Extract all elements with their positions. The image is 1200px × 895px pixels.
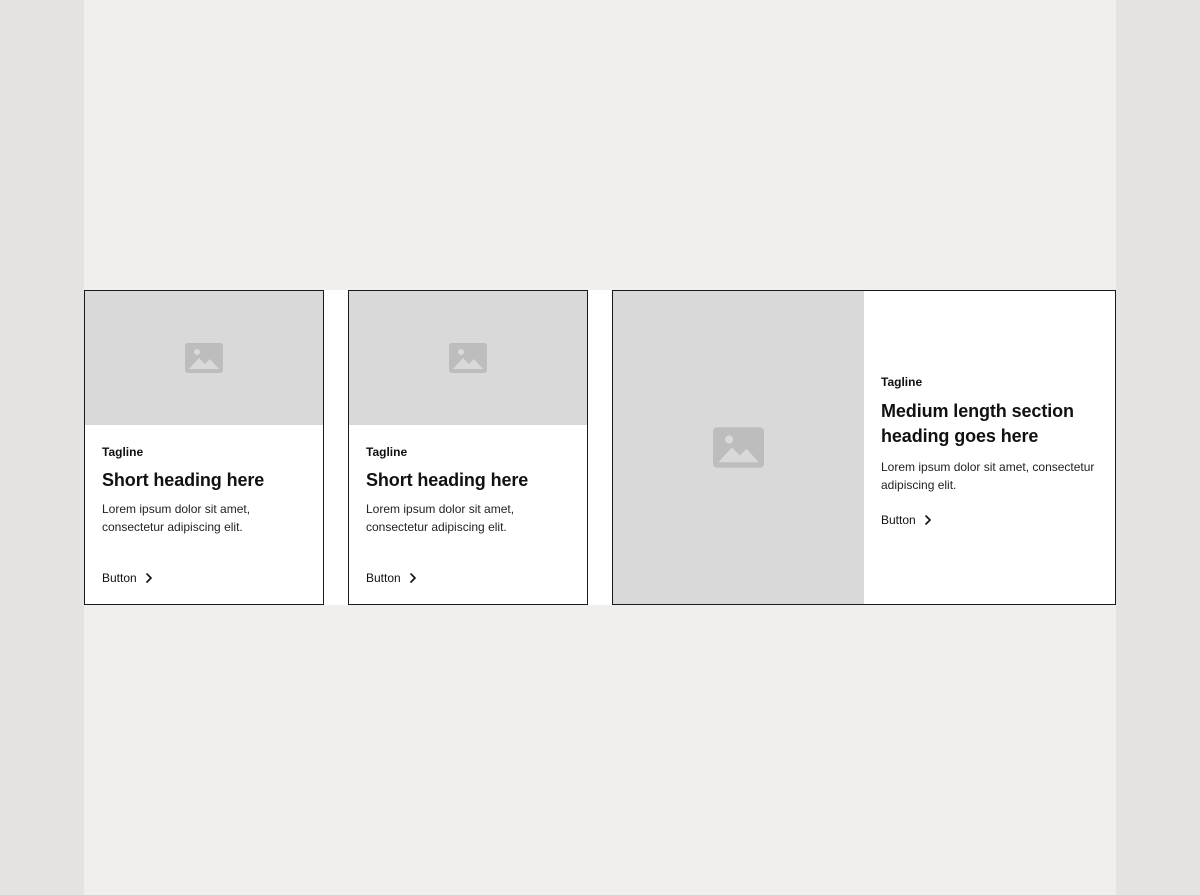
chevron-right-icon (145, 573, 153, 583)
card-content: Tagline Medium length section heading go… (881, 374, 1099, 528)
card-tagline: Tagline (366, 445, 408, 459)
card-1: Tagline Short heading here Lorem ipsum d… (84, 290, 324, 605)
card-image (85, 291, 323, 425)
card-image (349, 291, 587, 425)
card-button[interactable]: Button (102, 570, 153, 586)
card-tagline: Tagline (881, 375, 923, 389)
card-content: Tagline Short heading here Lorem ipsum d… (102, 444, 307, 536)
image-placeholder-icon (449, 343, 487, 373)
card-tagline: Tagline (102, 445, 144, 459)
card-heading: Medium length section heading goes here (881, 401, 1074, 446)
card-body: Lorem ipsum dolor sit amet, consectetur … (366, 502, 515, 534)
chevron-right-icon (409, 573, 417, 583)
card-3-wide: Tagline Medium length section heading go… (612, 290, 1116, 605)
image-placeholder-icon (185, 343, 223, 373)
card-heading: Short heading here (366, 470, 529, 490)
card-content: Tagline Short heading here Lorem ipsum d… (366, 444, 571, 536)
card-image (613, 291, 864, 604)
card-body: Lorem ipsum dolor sit amet, consectetur … (102, 502, 251, 534)
chevron-right-icon (924, 515, 932, 525)
card-button[interactable]: Button (366, 570, 417, 586)
card-button[interactable]: Button (881, 512, 932, 528)
cards-row: Tagline Short heading here Lorem ipsum d… (84, 290, 1116, 605)
card-2: Tagline Short heading here Lorem ipsum d… (348, 290, 588, 605)
card-heading: Short heading here (102, 470, 265, 490)
card-button-label: Button (881, 513, 916, 527)
card-button-label: Button (366, 571, 401, 585)
image-placeholder-icon (713, 427, 764, 468)
card-body: Lorem ipsum dolor sit amet, consectetur … (881, 460, 1095, 492)
card-button-label: Button (102, 571, 137, 585)
